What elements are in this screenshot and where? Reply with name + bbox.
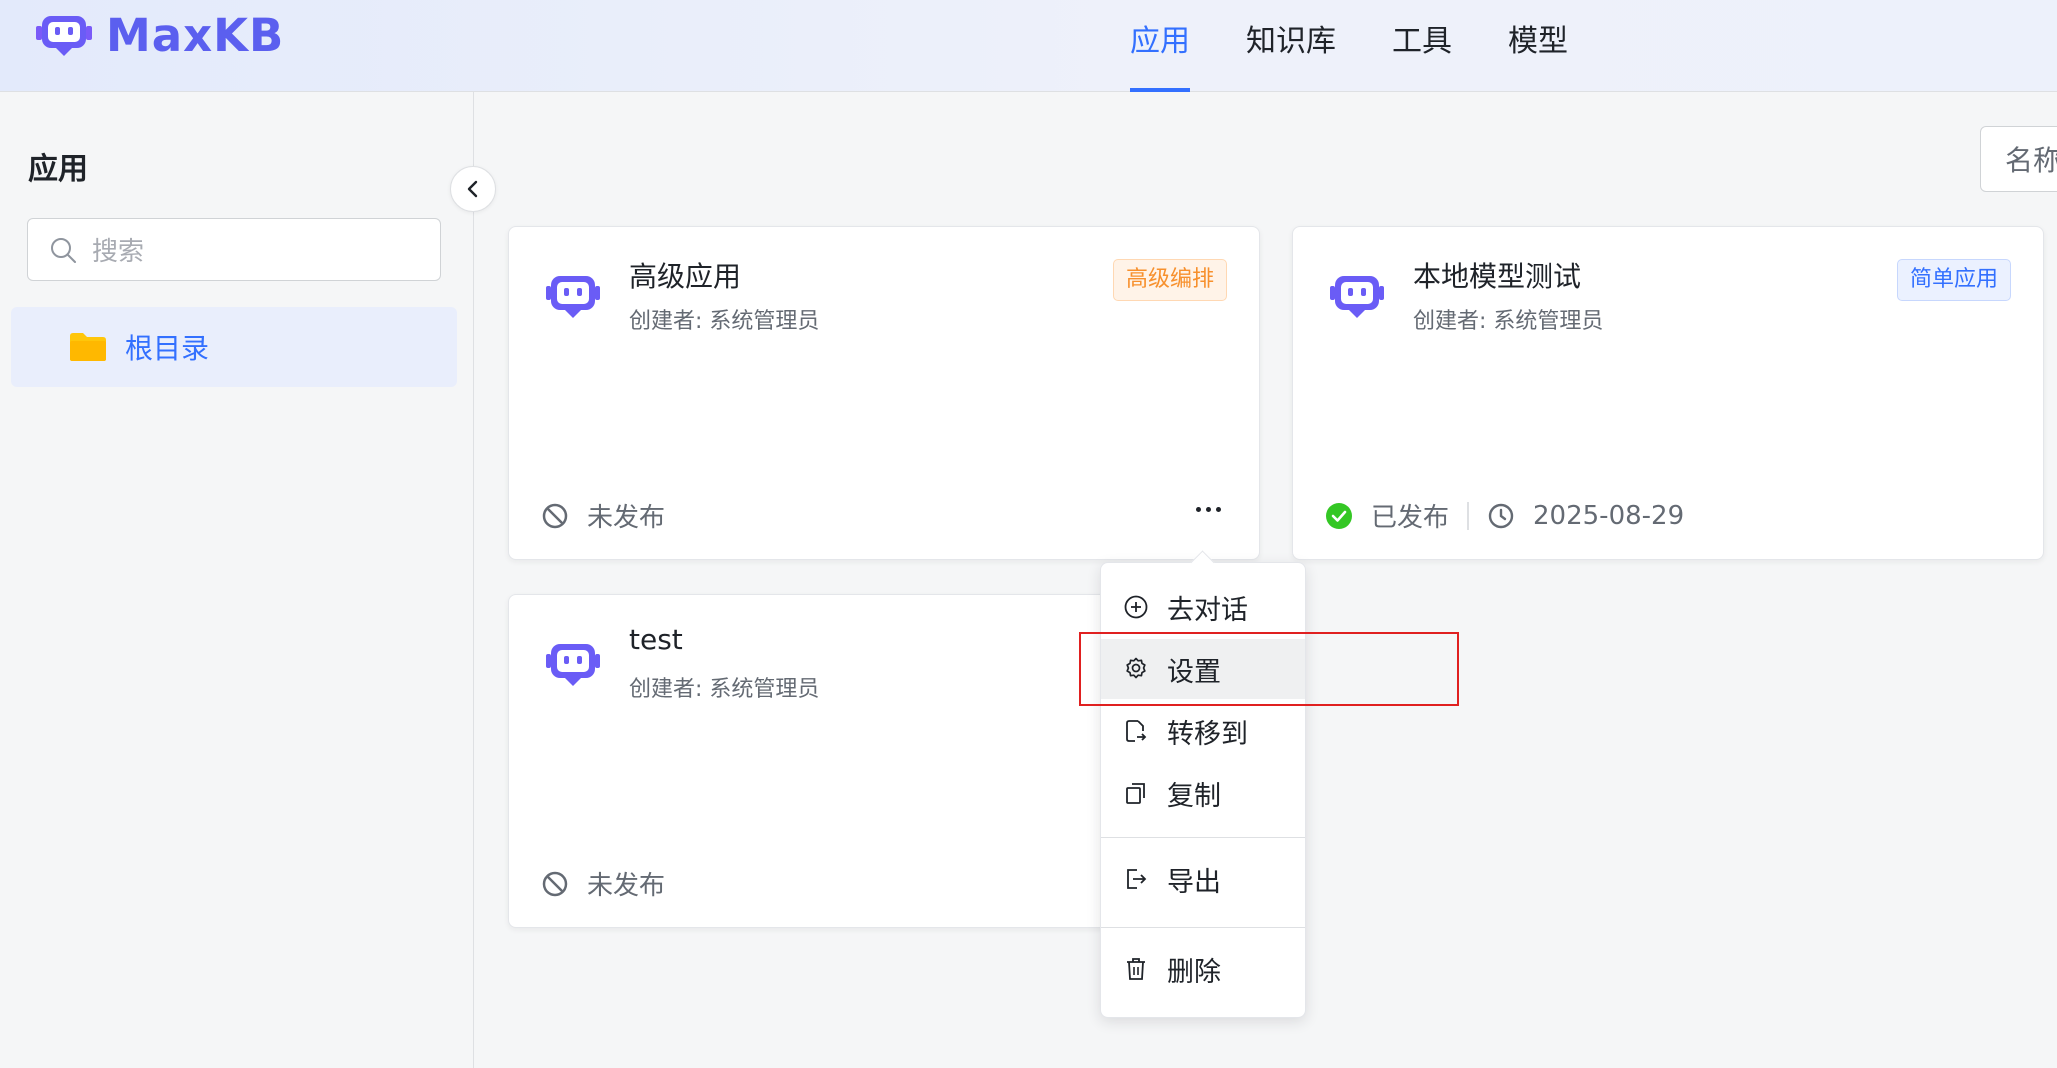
folder-icon (70, 333, 106, 361)
menu-item-settings[interactable]: 设置 (1101, 639, 1305, 699)
divider (1467, 501, 1470, 530)
app-creator: 创建者: 系统管理员 (1413, 309, 1604, 334)
menu-item-export[interactable]: 导出 (1101, 849, 1305, 909)
tree-item-label: 根目录 (125, 332, 210, 365)
menu-divider (1101, 837, 1305, 838)
app-card[interactable]: 本地模型测试 创建者: 系统管理员 简单应用 已发布 2025-08-29 (1292, 226, 2044, 560)
export-icon (1127, 869, 1147, 889)
app-actions-menu: 去对话 设置 转移到 复制 导出 删除 (1100, 562, 1306, 1018)
app-type-badge: 高级编排 (1112, 259, 1227, 301)
status-text: 未发布 (587, 871, 666, 901)
app-type-badge: 简单应用 (1896, 259, 2011, 301)
publish-status: 未发布 (541, 865, 665, 902)
menu-item-move-to[interactable]: 转移到 (1101, 701, 1305, 761)
menu-item-label: 去对话 (1167, 594, 1248, 626)
app-title: 高级应用 (629, 260, 742, 293)
chat-plus-icon (1124, 595, 1148, 619)
check-circle-icon (1326, 502, 1352, 529)
more-actions-button[interactable] (1196, 507, 1221, 512)
maxkb-logo[interactable]: MaxKB (34, 9, 284, 62)
top-header: MaxKB 应用 知识库 工具 模型 (0, 0, 2057, 92)
app-avatar-icon (546, 276, 600, 318)
search-input[interactable]: 搜索 (27, 218, 441, 281)
dot (1216, 507, 1221, 512)
copy-icon (1126, 783, 1145, 804)
app-creator: 创建者: 系统管理员 (629, 309, 820, 334)
app-card[interactable]: 高级应用 创建者: 系统管理员 高级编排 未发布 (508, 226, 1260, 560)
tree-item-root[interactable]: 根目录 (11, 307, 457, 387)
app-avatar-icon (1330, 276, 1384, 318)
menu-item-go-chat[interactable]: 去对话 (1101, 577, 1305, 637)
search-icon (51, 237, 76, 263)
logo-text: MaxKB (106, 8, 285, 62)
publish-date: 2025-08-29 (1533, 500, 1685, 531)
robot-logo-icon (36, 16, 92, 56)
chevron-left-icon (467, 180, 478, 198)
status-text: 已发布 (1371, 503, 1450, 533)
nav-tab-tools[interactable]: 工具 (1392, 0, 1452, 92)
collapse-sidebar-button[interactable] (450, 166, 496, 212)
menu-item-label: 复制 (1167, 780, 1221, 812)
menu-item-delete[interactable]: 删除 (1101, 939, 1305, 999)
dot (1206, 507, 1211, 512)
publish-status: 未发布 (541, 497, 665, 534)
menu-divider (1101, 927, 1305, 928)
nav-tab-apps[interactable]: 应用 (1130, 0, 1190, 92)
menu-item-label: 删除 (1167, 956, 1221, 988)
trash-icon (1127, 958, 1145, 980)
menu-item-copy[interactable]: 复制 (1101, 763, 1305, 823)
sort-select[interactable]: 名称 (1980, 126, 2057, 192)
app-avatar-icon (546, 644, 600, 686)
move-file-icon (1126, 720, 1147, 742)
nav-tab-knowledge[interactable]: 知识库 (1246, 0, 1336, 92)
nav-tab-models[interactable]: 模型 (1508, 0, 1568, 92)
main-nav: 应用 知识库 工具 模型 (1130, 0, 1624, 92)
unpublished-icon (542, 503, 568, 528)
gear-icon (1126, 657, 1146, 679)
clock-icon (1488, 503, 1514, 528)
search-placeholder: 搜索 (92, 237, 145, 267)
unpublished-icon (542, 871, 568, 896)
app-title: 本地模型测试 (1413, 260, 1582, 293)
sidebar-title: 应用 (28, 152, 88, 187)
menu-item-label: 导出 (1167, 866, 1221, 898)
menu-item-label: 转移到 (1167, 718, 1248, 750)
sidebar: 应用 搜索 根目录 (0, 92, 474, 1068)
menu-item-label: 设置 (1167, 656, 1221, 688)
publish-status: 已发布 2025-08-29 (1325, 497, 1684, 534)
app-title: test (629, 623, 683, 656)
status-text: 未发布 (587, 503, 666, 533)
app-creator: 创建者: 系统管理员 (629, 677, 820, 702)
dot (1196, 507, 1201, 512)
